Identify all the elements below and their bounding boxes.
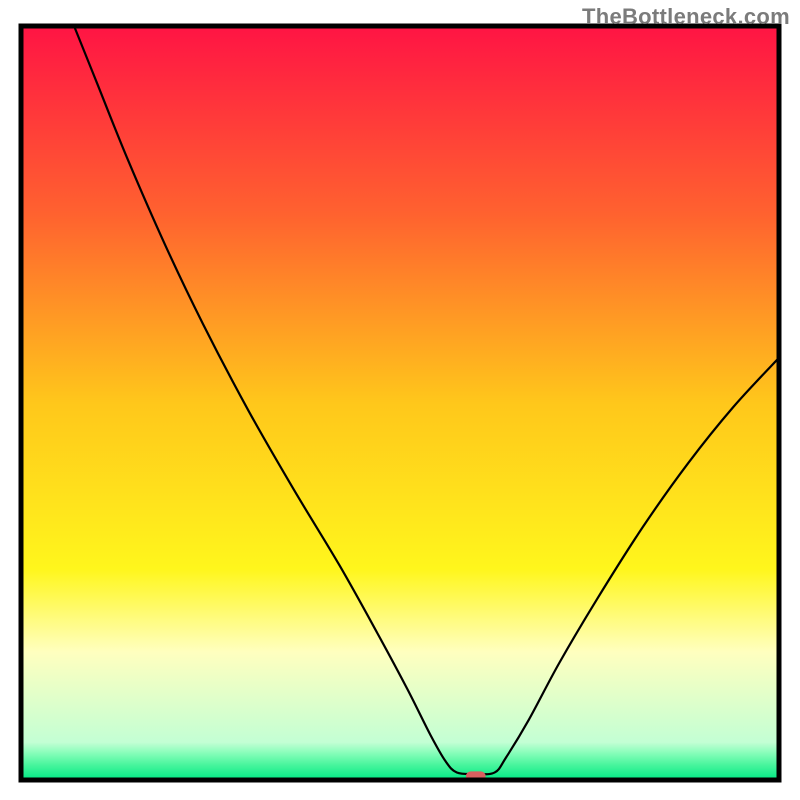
plot-background (21, 26, 779, 780)
bottleneck-chart (0, 0, 800, 800)
chart-container: TheBottleneck.com (0, 0, 800, 800)
watermark-text: TheBottleneck.com (582, 4, 790, 30)
